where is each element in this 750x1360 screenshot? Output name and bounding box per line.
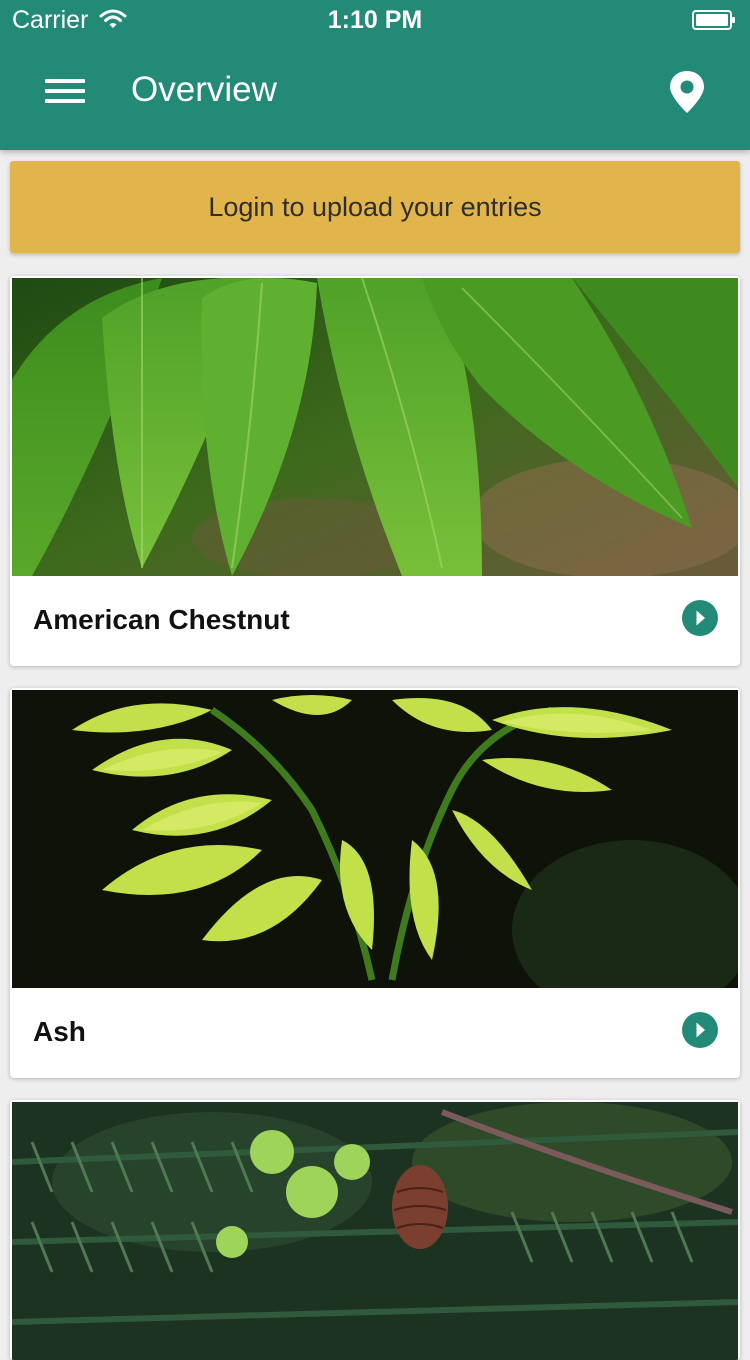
chevron-right-circle-icon[interactable] [682,1012,718,1048]
hamburger-menu-icon[interactable] [40,72,90,112]
battery-icon [692,10,735,30]
map-marker-icon[interactable] [664,68,710,116]
ash-leaves-photo [12,690,738,988]
species-name: American Chestnut [33,604,290,635]
status-bar: Carrier 1:10 PM [0,0,750,40]
species-card-ash[interactable]: Ash [10,688,740,1078]
chevron-right-circle-icon[interactable] [682,600,718,636]
login-banner-label: Login to upload your entries [208,191,542,222]
chestnut-leaves-photo [12,278,738,576]
species-name: Ash [33,1016,86,1047]
login-banner-button[interactable]: Login to upload your entries [10,161,740,253]
hemlock-branch-photo [12,1102,738,1360]
status-time: 1:10 PM [327,6,423,34]
species-card-american-chestnut[interactable]: American Chestnut [10,276,740,666]
page-title: Overview [131,70,277,109]
app-header: Carrier 1:10 PM Overview [0,0,750,150]
species-card-third[interactable] [10,1100,740,1360]
